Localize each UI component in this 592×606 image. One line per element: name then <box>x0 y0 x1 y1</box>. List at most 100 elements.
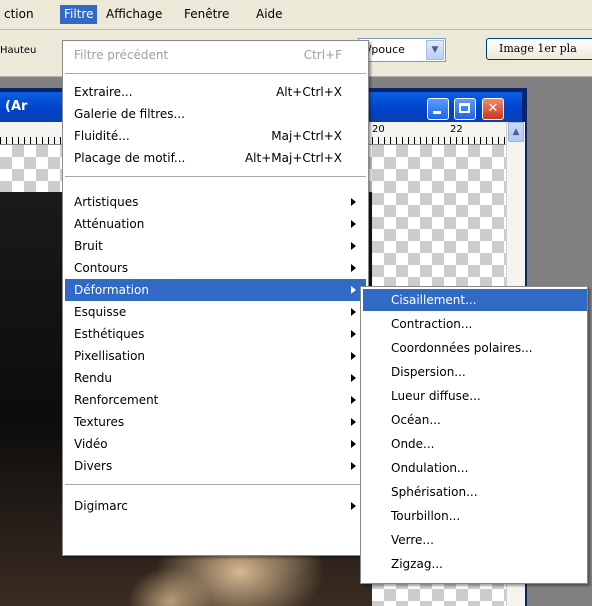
submenu-arrow-icon <box>351 198 356 206</box>
menu-item-video[interactable]: Vidéo <box>65 433 366 455</box>
scroll-up-icon[interactable]: ▲ <box>508 122 524 142</box>
menu-item-filtre-precedent: Filtre précédent Ctrl+F <box>65 44 366 66</box>
deformation-submenu: Cisaillement... Contraction... Coordonné… <box>360 286 588 584</box>
menu-item-divers[interactable]: Divers <box>65 455 366 477</box>
menu-item-label: Atténuation <box>74 217 145 231</box>
menu-item-label: Lueur diffuse... <box>391 389 481 403</box>
submenu-arrow-icon <box>351 352 356 360</box>
menu-item-attenuation[interactable]: Atténuation <box>65 213 366 235</box>
menu-fenetre[interactable]: Fenêtre <box>180 5 233 24</box>
menu-item-rendu[interactable]: Rendu <box>65 367 366 389</box>
submenu-item-ondulation[interactable]: Ondulation... <box>363 457 587 479</box>
menu-item-label: Vidéo <box>74 437 108 451</box>
submenu-item-dispersion[interactable]: Dispersion... <box>363 361 587 383</box>
filtre-menu: Filtre précédent Ctrl+F Extraire... Alt+… <box>62 40 369 556</box>
menu-filtre[interactable]: Filtre <box>60 5 98 24</box>
submenu-item-ocean[interactable]: Océan... <box>363 409 587 431</box>
resolution-unit-select[interactable]: s/pouce ▼ <box>358 38 446 62</box>
submenu-arrow-icon <box>351 462 356 470</box>
submenu-item-lueur-diffuse[interactable]: Lueur diffuse... <box>363 385 587 407</box>
menu-separator <box>65 73 366 75</box>
submenu-item-contraction[interactable]: Contraction... <box>363 313 587 335</box>
menu-separator <box>65 484 366 486</box>
menu-item-label: Dispersion... <box>391 365 466 379</box>
menu-item-pixellisation[interactable]: Pixellisation <box>65 345 366 367</box>
submenu-arrow-icon <box>351 242 356 250</box>
minimize-button[interactable] <box>427 98 449 120</box>
menu-item-label: Onde... <box>391 437 435 451</box>
menu-item-label: Placage de motif... <box>74 151 186 165</box>
menu-item-label: Fluidité... <box>74 129 130 143</box>
menu-item-galerie-de-filtres[interactable]: Galerie de filtres... <box>65 103 366 125</box>
submenu-arrow-icon <box>351 440 356 448</box>
menu-item-esquisse[interactable]: Esquisse <box>65 301 366 323</box>
menu-item-shortcut: Maj+Ctrl+X <box>271 129 342 143</box>
menu-aide[interactable]: Aide <box>252 5 287 24</box>
menu-item-label: Contours <box>74 261 129 275</box>
menu-item-label: Bruit <box>74 239 103 253</box>
submenu-arrow-icon <box>351 220 356 228</box>
chevron-down-icon[interactable]: ▼ <box>426 40 444 60</box>
menu-item-shortcut: Alt+Ctrl+X <box>276 85 342 99</box>
close-button[interactable]: ✕ <box>482 98 504 120</box>
submenu-arrow-icon <box>351 330 356 338</box>
menu-separator <box>65 176 366 178</box>
menu-affichage[interactable]: Affichage <box>102 5 166 24</box>
minimize-icon <box>428 99 448 119</box>
menu-item-label: Filtre précédent <box>74 48 169 62</box>
menu-item-digimarc[interactable]: Digimarc <box>65 495 366 517</box>
front-image-button[interactable]: Image 1er pla <box>486 38 592 60</box>
menu-item-placage-de-motif[interactable]: Placage de motif... Alt+Maj+Ctrl+X <box>65 147 366 169</box>
menu-item-esthetiques[interactable]: Esthétiques <box>65 323 366 345</box>
menu-item-fluidite[interactable]: Fluidité... Maj+Ctrl+X <box>65 125 366 147</box>
height-label: Hauteu <box>0 45 37 56</box>
maximize-icon <box>455 99 475 119</box>
menu-selection[interactable]: ction <box>0 5 38 24</box>
menu-item-label: Pixellisation <box>74 349 146 363</box>
menu-item-shortcut: Ctrl+F <box>303 48 342 62</box>
menu-item-label: Extraire... <box>74 85 133 99</box>
menu-item-label: Zigzag... <box>391 557 443 571</box>
menu-item-label: Cisaillement... <box>391 293 477 307</box>
menu-item-label: Rendu <box>74 371 113 385</box>
submenu-arrow-icon <box>351 264 356 272</box>
menu-item-label: Renforcement <box>74 393 159 407</box>
menu-item-label: Sphérisation... <box>391 485 478 499</box>
submenu-arrow-icon <box>351 374 356 382</box>
ruler-label: 22 <box>450 124 463 135</box>
menu-item-label: Déformation <box>74 283 149 297</box>
close-icon: ✕ <box>487 101 499 116</box>
submenu-item-onde[interactable]: Onde... <box>363 433 587 455</box>
submenu-arrow-icon <box>351 418 356 426</box>
maximize-button[interactable] <box>454 98 476 120</box>
submenu-item-zigzag[interactable]: Zigzag... <box>363 553 587 575</box>
submenu-item-cisaillement[interactable]: Cisaillement... <box>363 289 587 311</box>
menu-item-label: Artistiques <box>74 195 139 209</box>
menu-item-label: Tourbillon... <box>391 509 461 523</box>
menu-item-artistiques[interactable]: Artistiques <box>65 191 366 213</box>
document-title: (Ar <box>5 99 28 114</box>
menu-item-label: Contraction... <box>391 317 473 331</box>
menu-item-label: Digimarc <box>74 499 128 513</box>
menu-item-label: Galerie de filtres... <box>74 107 185 121</box>
menu-item-contours[interactable]: Contours <box>65 257 366 279</box>
menu-item-label: Esquisse <box>74 305 127 319</box>
menu-item-deformation[interactable]: Déformation <box>65 279 366 301</box>
submenu-arrow-icon <box>351 396 356 404</box>
menu-item-renforcement[interactable]: Renforcement <box>65 389 366 411</box>
menu-item-label: Verre... <box>391 533 434 547</box>
ruler-label: 20 <box>372 124 385 135</box>
menu-bar: ction Filtre Affichage Fenêtre Aide <box>0 0 592 30</box>
submenu-item-coordonnees-polaires[interactable]: Coordonnées polaires... <box>363 337 587 359</box>
submenu-arrow-icon <box>351 286 356 294</box>
submenu-arrow-icon <box>351 308 356 316</box>
menu-item-label: Coordonnées polaires... <box>391 341 533 355</box>
submenu-item-spherisation[interactable]: Sphérisation... <box>363 481 587 503</box>
submenu-item-tourbillon[interactable]: Tourbillon... <box>363 505 587 527</box>
menu-item-label: Divers <box>74 459 113 473</box>
menu-item-label: Textures <box>74 415 125 429</box>
menu-item-bruit[interactable]: Bruit <box>65 235 366 257</box>
menu-item-textures[interactable]: Textures <box>65 411 366 433</box>
submenu-item-verre[interactable]: Verre... <box>363 529 587 551</box>
menu-item-extraire[interactable]: Extraire... Alt+Ctrl+X <box>65 81 366 103</box>
